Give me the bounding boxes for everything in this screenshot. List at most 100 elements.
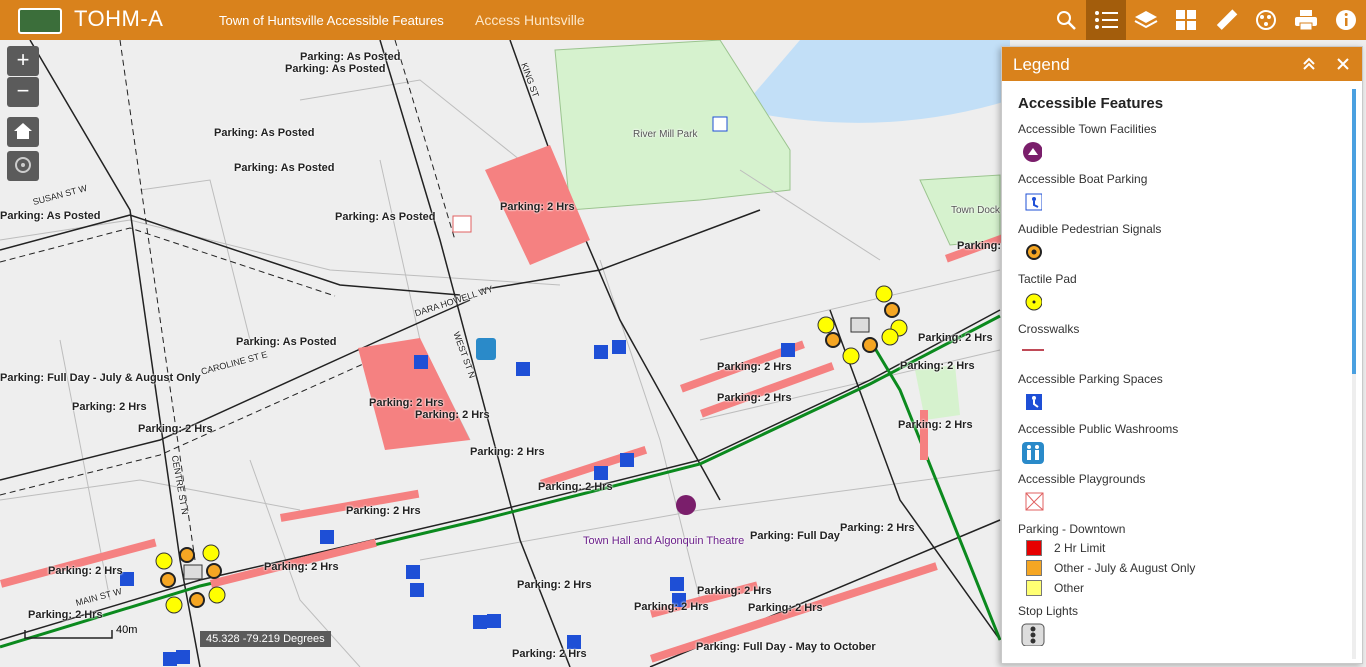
legend-panel: Legend Accessible Features Accessible To… (1001, 46, 1363, 664)
zoom-in-button[interactable]: + (7, 46, 39, 76)
stop-light-icon (1021, 623, 1045, 646)
coordinate-text: 45.328 -79.219 Degrees (206, 633, 325, 645)
parking-space-icon (1026, 394, 1042, 410)
accessible-washrooms (476, 338, 496, 360)
audible-signal-icon (1026, 244, 1042, 260)
app-header: TOHM-A Town of Huntsville Accessible Fea… (0, 0, 1366, 40)
legend-item-label: Accessible Playgrounds (1018, 472, 1146, 486)
town-facilities (676, 495, 696, 515)
boat-parking-icon (1025, 193, 1042, 211)
legend-title: Legend (1013, 55, 1070, 74)
legend-item-label: Accessible Boat Parking (1018, 172, 1148, 186)
parking-label: Parking: 2 Hrs (346, 505, 421, 517)
print-icon[interactable] (1286, 0, 1326, 40)
legend-item: Audible Pedestrian Signals (1018, 222, 1338, 264)
legend-item: Accessible Public Washrooms (1018, 422, 1338, 464)
legend-item-label: Accessible Parking Spaces (1018, 372, 1163, 386)
legend-item: Accessible Town Facilities (1018, 122, 1338, 164)
parking-label: Parking: 2 Hrs (717, 392, 792, 404)
legend-item: Tactile Pad (1018, 272, 1338, 314)
parking-label: Parking: As Posted (234, 162, 335, 174)
washroom-icon (1022, 442, 1044, 464)
parking-label: Parking: Full Day - July & August Only (0, 372, 201, 384)
legend-swatch-row: Other - July & August Only (1026, 560, 1338, 576)
parking-label: Parking: 2 Hrs (500, 201, 575, 213)
river-mill-park (554, 40, 791, 211)
legend-item-label: Accessible Town Facilities (1018, 122, 1157, 136)
parking-label: Parking: 2 Hrs (898, 419, 973, 431)
close-button[interactable] (1332, 53, 1354, 75)
parking-label: Parking: 2 Hrs (697, 585, 772, 597)
parking-label: Parking: 2 Hrs (264, 561, 339, 573)
town-facility-icon (1023, 142, 1042, 162)
parking-label: Parking: 2 Hrs (138, 423, 213, 435)
info-icon[interactable] (1326, 0, 1366, 40)
parking-label: Parking: 2 Hrs (538, 481, 613, 493)
legend-swatch-row: 2 Hr Limit (1026, 540, 1338, 556)
legend-item-label: Crosswalks (1018, 322, 1080, 336)
parking-label: Parking: Full Day (750, 530, 840, 542)
parking-label: Parking: 2 Hrs (717, 361, 792, 373)
home-button[interactable] (7, 117, 39, 147)
toolbar (1046, 0, 1366, 40)
parking-label: Parking: As Posted (214, 127, 315, 139)
legend-item-label: Tactile Pad (1018, 272, 1077, 286)
locate-icon (15, 157, 31, 173)
legend-item: Crosswalks (1018, 322, 1338, 364)
swatch-july-august (1026, 560, 1042, 576)
swatch-2hr (1026, 540, 1042, 556)
parking-label: Parking: As Posted (335, 211, 436, 223)
parking-label: Parking: 2 Hrs (28, 609, 103, 621)
parking-label: Parking: 2 Hrs (415, 409, 490, 421)
legend-item: Accessible Playgrounds (1018, 472, 1338, 514)
swatch-label: Other (1054, 581, 1085, 595)
lake-water (740, 40, 1010, 123)
legend-icon[interactable] (1086, 0, 1126, 40)
town-hall-label: Town Hall and Algonquin Theatre (583, 535, 745, 547)
parking-label: Parking: 2 Hrs (470, 446, 545, 458)
parking-label: Parking: 2 Hrs (48, 565, 123, 577)
legend-item: Accessible Boat Parking (1018, 172, 1338, 214)
parking-label: Parking: As Posted (0, 210, 101, 222)
swatch-label: Other - July & August Only (1054, 561, 1196, 575)
crosswalk-icon (1022, 349, 1044, 351)
locate-button[interactable] (7, 151, 39, 181)
legend-scrollbar[interactable] (1352, 89, 1356, 374)
legend-parking-group: Parking - Downtown 2 Hr Limit Other - Ju… (1018, 522, 1338, 596)
park-label: River Mill Park (633, 129, 698, 140)
scale-bar: 40m (24, 624, 137, 643)
parking-label: Parking: As Posted (285, 63, 386, 75)
chevron-up-icon (1303, 57, 1315, 70)
legend-item: Accessible Parking Spaces (1018, 372, 1338, 414)
road-edges (0, 40, 456, 561)
legend-parking-title: Parking - Downtown (1018, 522, 1126, 536)
playgrounds (452, 215, 472, 233)
parking-label: Parking: As Posted (300, 51, 401, 63)
parking-label: Parking: 2 Hrs (900, 360, 975, 372)
legend-section-title: Accessible Features (1018, 95, 1164, 112)
coordinate-readout: 45.328 -79.219 Degrees (200, 631, 331, 647)
legend-header: Legend (1002, 47, 1362, 81)
parking-label: Parking: 2 Hrs (634, 601, 709, 613)
parking-label: Parking: 2 Hrs (512, 648, 587, 660)
measure-icon[interactable] (1206, 0, 1246, 40)
legend-item-label: Accessible Public Washrooms (1018, 422, 1179, 436)
parking-label: Parking: 2 Hrs (840, 522, 915, 534)
home-icon (14, 123, 32, 139)
dock-label: Town Dock I (951, 205, 1006, 216)
layers-icon[interactable] (1126, 0, 1166, 40)
basemap-icon[interactable] (1166, 0, 1206, 40)
parking-label: Parking: 2 Hrs (517, 579, 592, 591)
parking-label: Parking: 2 Hrs (369, 397, 444, 409)
legend-item-label: Stop Lights (1018, 604, 1079, 618)
collapse-button[interactable] (1298, 53, 1320, 75)
legend-body: Accessible Features Accessible Town Faci… (1018, 95, 1338, 654)
access-huntsville-link[interactable]: Access Huntsville (475, 12, 585, 28)
legend-item: Stop Lights (1018, 604, 1338, 646)
app-title: TOHM-A (74, 6, 164, 31)
app-subtitle: Town of Huntsville Accessible Features (219, 13, 444, 28)
legend-swatch-row: Other (1026, 580, 1338, 596)
search-icon[interactable] (1046, 0, 1086, 40)
draw-icon[interactable] (1246, 0, 1286, 40)
zoom-out-button[interactable]: − (7, 77, 39, 107)
